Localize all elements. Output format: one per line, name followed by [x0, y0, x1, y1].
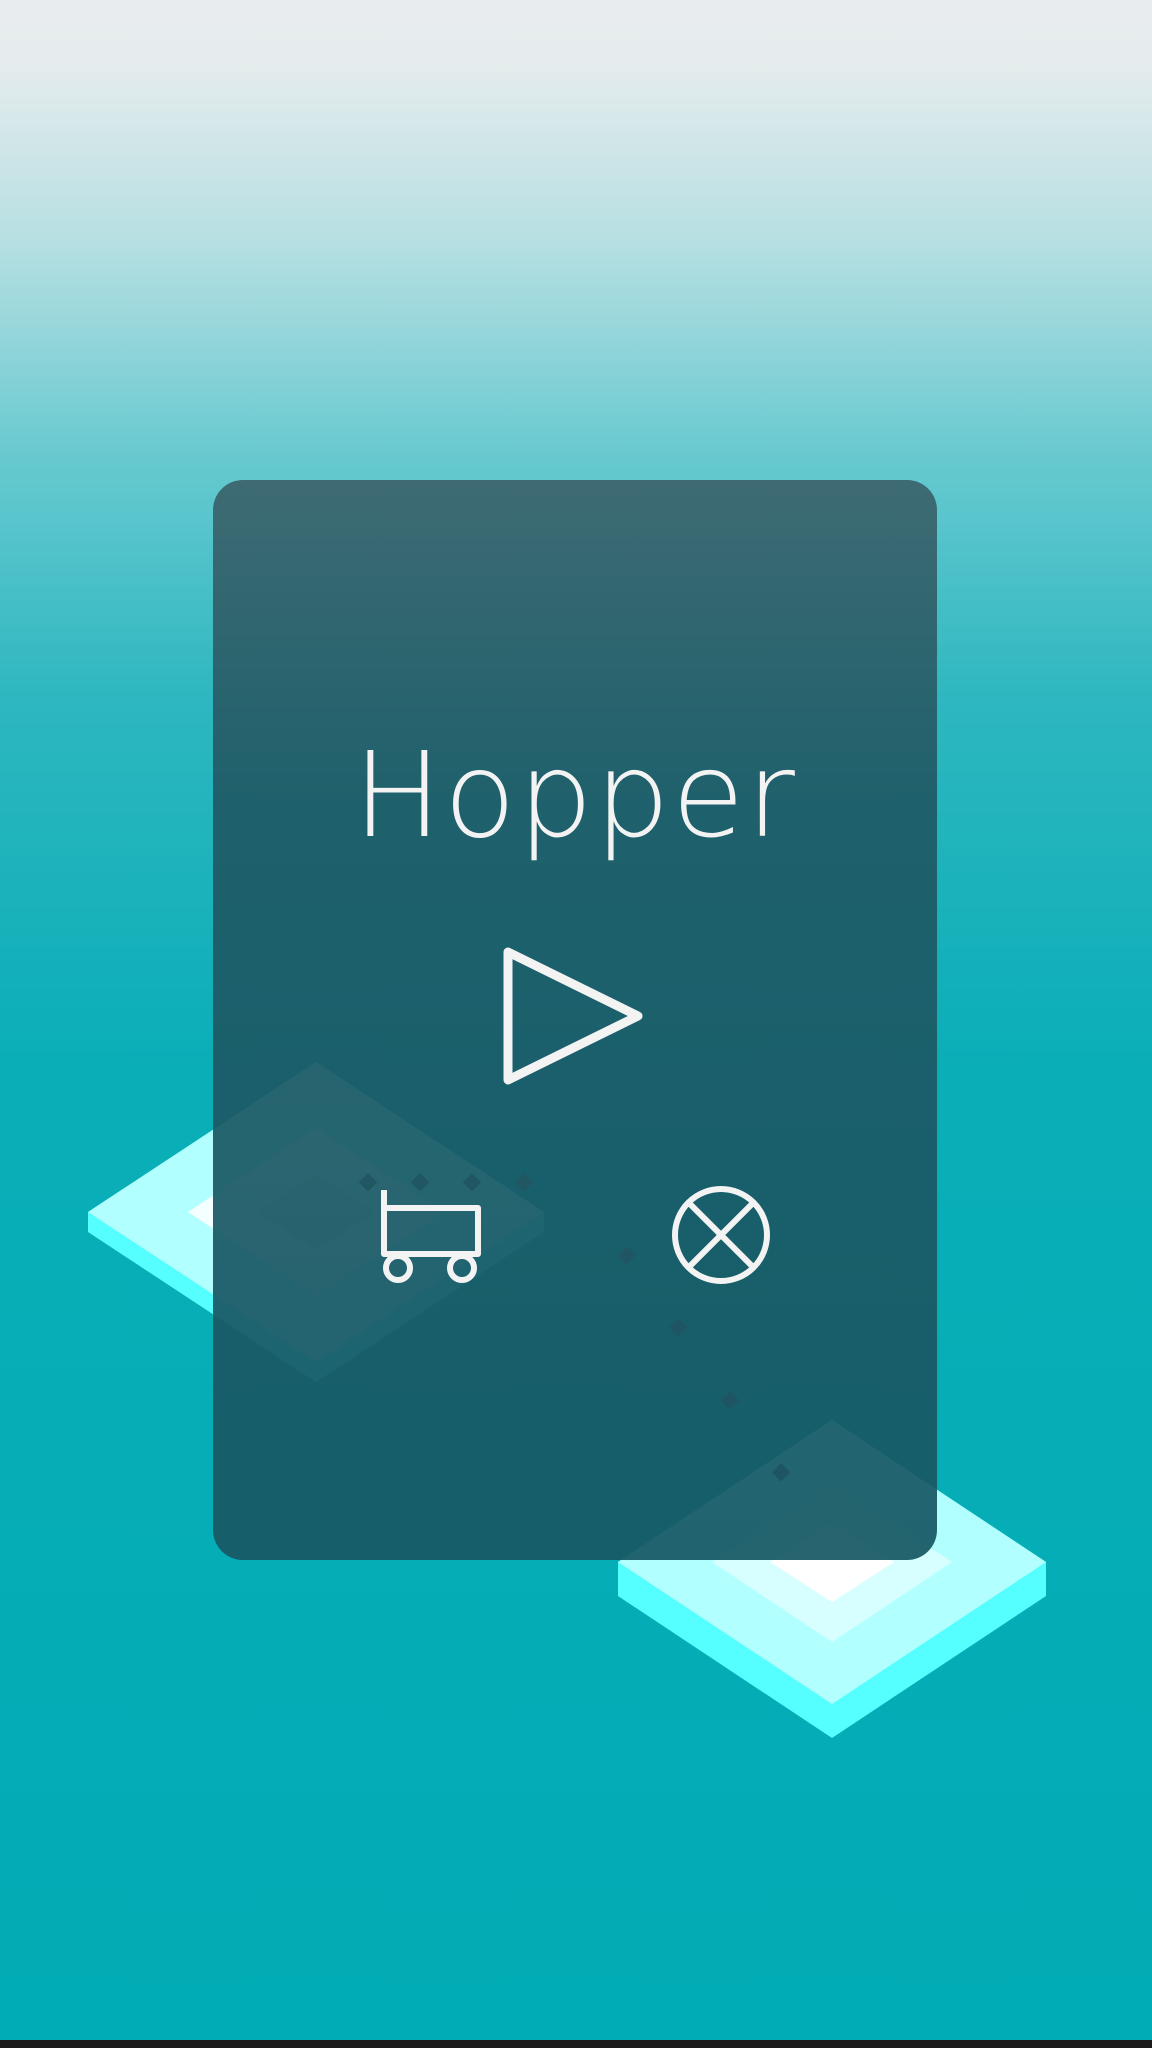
game-title: Hopper	[353, 726, 797, 864]
close-button[interactable]	[666, 1180, 776, 1290]
play-button[interactable]	[488, 938, 654, 1094]
cart-icon	[381, 1190, 481, 1283]
play-triangle-icon	[503, 947, 643, 1085]
close-circle-icon	[672, 1186, 770, 1284]
shop-button[interactable]	[370, 1180, 490, 1290]
game-scene: Hopper	[0, 0, 1152, 2048]
bottom-edge-bar	[0, 2040, 1152, 2048]
